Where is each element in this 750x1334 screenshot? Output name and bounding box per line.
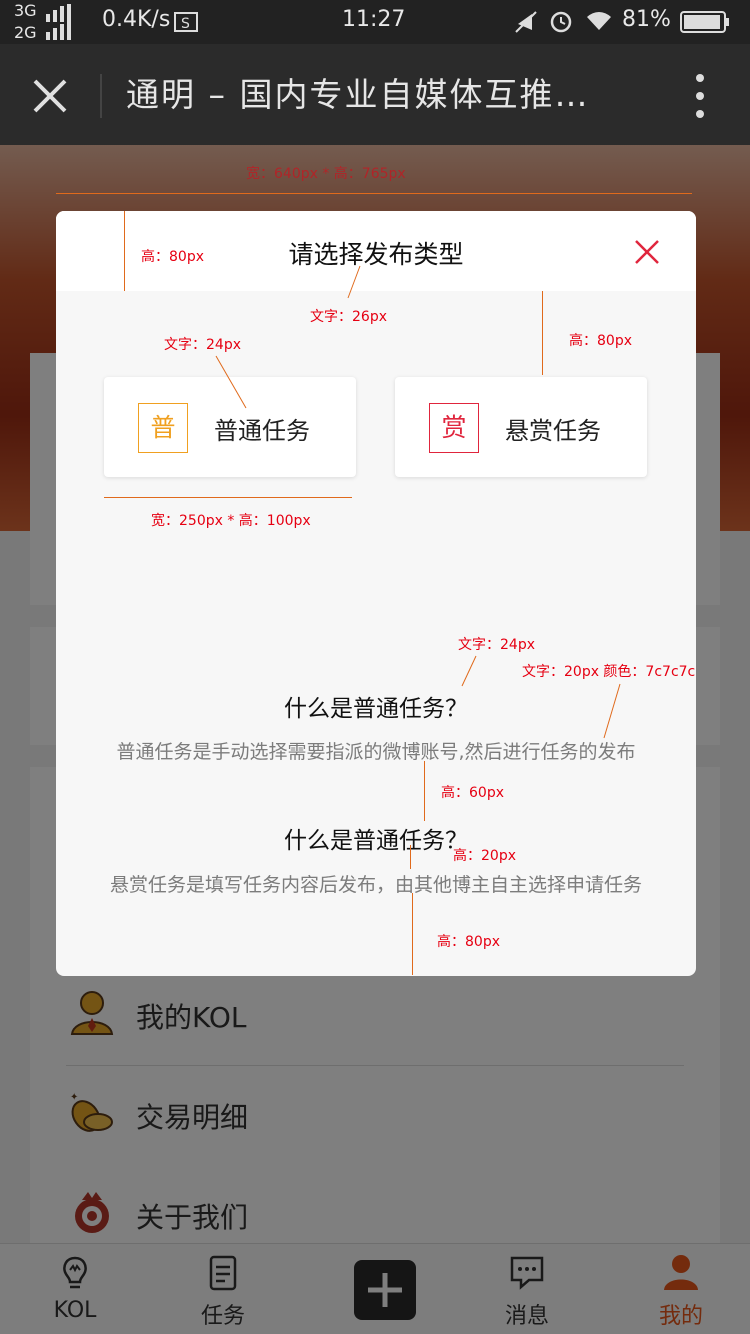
normal-task-badge: 普: [138, 403, 188, 453]
annotation-section-title-font: 文字：24px: [458, 637, 535, 653]
alarm-icon: [550, 11, 572, 33]
close-icon[interactable]: [632, 237, 662, 267]
annotation-section-gap: 高：60px: [441, 785, 504, 801]
clock: 11:27: [342, 7, 406, 32]
annotation-line: [542, 291, 543, 375]
normal-task-label: 普通任务: [214, 417, 310, 445]
annotation-option-font: 文字：24px: [164, 337, 241, 353]
annotation-bottom-gap: 高：80px: [437, 934, 500, 950]
reward-task-badge: 赏: [429, 403, 479, 453]
signal-icon: [46, 4, 71, 40]
close-icon[interactable]: [32, 78, 68, 114]
battery-icon: [680, 11, 729, 33]
page-title: 通明 – 国内专业自媒体互推…: [126, 75, 590, 114]
screenshot-icon: S: [174, 12, 198, 32]
network-type-top: 3G: [14, 1, 37, 20]
annotation-leader: [603, 683, 621, 739]
mute-icon: [515, 11, 537, 33]
svg-text:S: S: [181, 16, 190, 32]
annotation-line: [104, 497, 352, 498]
reward-task-label: 悬赏任务: [505, 417, 601, 445]
reward-task-button[interactable]: 赏 悬赏任务: [395, 377, 647, 477]
reward-task-question: 什么是普通任务？: [284, 828, 468, 854]
more-menu-icon[interactable]: [690, 72, 710, 120]
reward-task-description: 悬赏任务是填写任务内容后发布，由其他博主自主选择申请任务: [109, 874, 642, 896]
battery-percent: 81%: [622, 7, 671, 32]
annotation-line: [424, 761, 425, 821]
annotation-line: [410, 845, 411, 869]
annotation-option-size: 宽：250px * 高：100px: [151, 513, 311, 529]
wifi-icon: [587, 12, 611, 30]
network-type-bottom: 2G: [14, 23, 37, 42]
annotation-line: [56, 193, 692, 194]
network-speed: 0.4K/s: [102, 7, 171, 32]
annotation-modal-size: 宽：640px * 高：765px: [246, 166, 406, 182]
annotation-line: [124, 211, 125, 291]
annotation-title-desc-gap: 高：20px: [453, 848, 516, 864]
annotation-option-gap: 高：80px: [569, 333, 632, 349]
title-separator: [100, 74, 102, 118]
title-bar: 通明 – 国内专业自媒体互推…: [0, 44, 750, 145]
annotation-leader: [215, 355, 247, 409]
annotation-title-font: 文字：26px: [310, 309, 387, 325]
annotation-line: [412, 893, 413, 975]
annotation-head-height: 高：80px: [141, 249, 204, 265]
status-bar: 3G 2G 0.4K/s S 11:27 81%: [0, 0, 750, 44]
annotation-leader: [461, 655, 477, 687]
annotation-leader: [347, 265, 361, 299]
annotation-section-desc-font: 文字：20px 颜色：7c7c7c: [522, 664, 696, 680]
